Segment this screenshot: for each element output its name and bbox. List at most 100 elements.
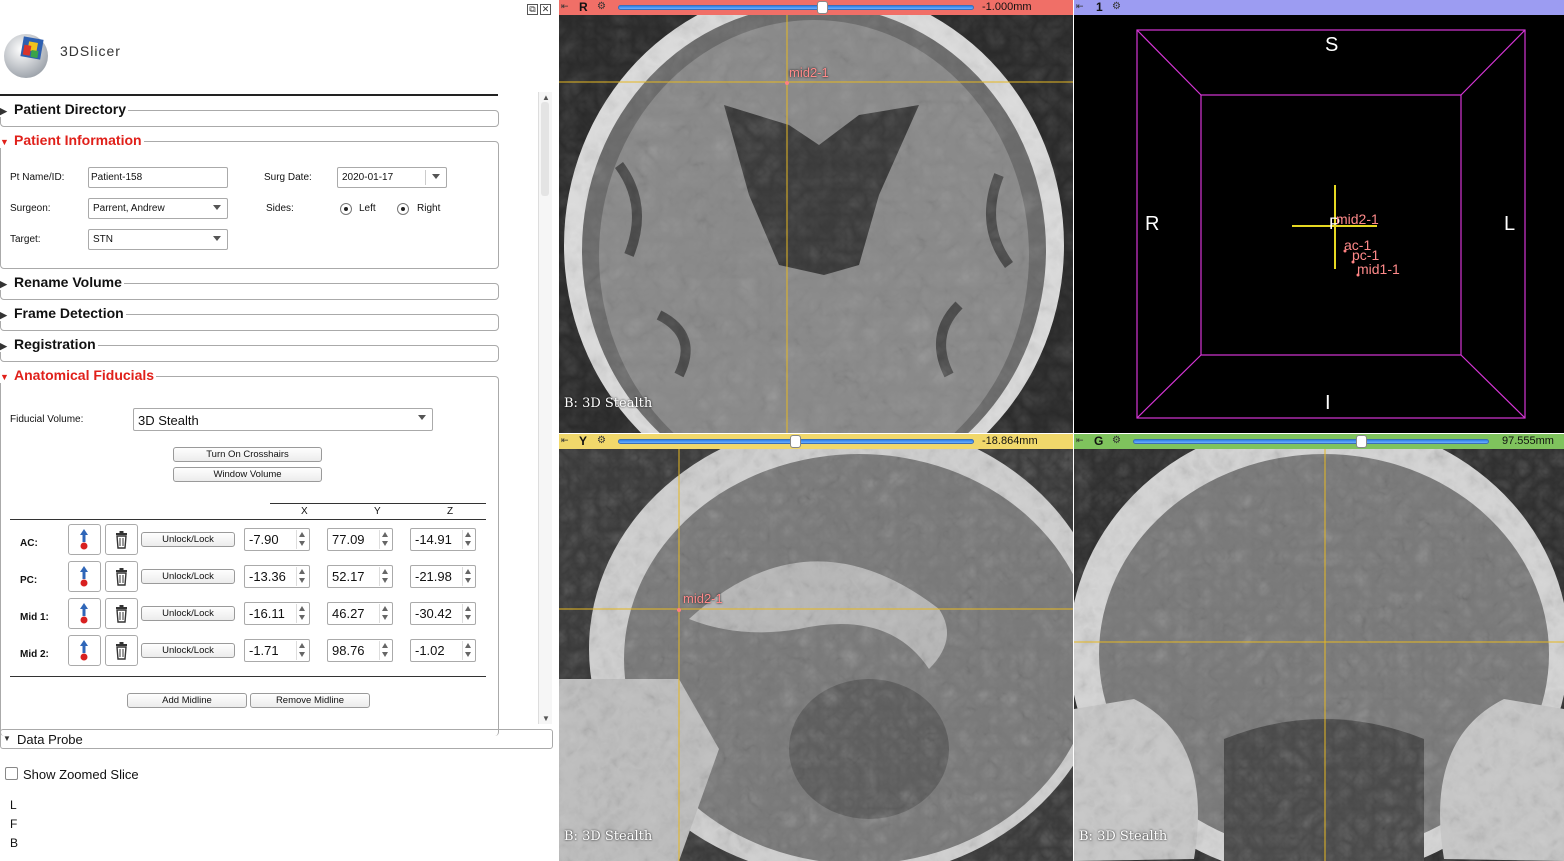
place-fiducial-button[interactable] xyxy=(68,598,101,629)
view-options-icon[interactable]: ⚙ xyxy=(1112,1,1121,12)
side-right-radio[interactable] xyxy=(397,203,409,215)
frame-detection-header[interactable]: ▶ Frame Detection xyxy=(0,305,126,321)
coord-x-spinbox[interactable]: -13.36 xyxy=(244,565,310,588)
place-fiducial-button[interactable] xyxy=(68,635,101,666)
chevron-up-icon[interactable] xyxy=(299,606,305,611)
chevron-down-icon[interactable] xyxy=(299,578,305,583)
add-midline-button[interactable]: Add Midline xyxy=(127,693,247,708)
slice-offset-slider[interactable] xyxy=(1133,439,1489,444)
spin-arrows[interactable] xyxy=(296,567,308,586)
chevron-down-icon[interactable] xyxy=(382,652,388,657)
rename-volume-header[interactable]: ▶ Rename Volume xyxy=(0,274,124,290)
coord-y-spinbox[interactable]: 98.76 xyxy=(327,639,393,662)
spin-arrows[interactable] xyxy=(462,604,474,623)
sagittal-mri-image[interactable]: mid2-1 B: 3D Stealth xyxy=(559,449,1073,861)
slice-offset-slider[interactable] xyxy=(618,5,974,10)
chevron-up-icon[interactable] xyxy=(465,606,471,611)
slider-handle[interactable] xyxy=(790,435,801,448)
pt-name-input[interactable]: Patient-158 xyxy=(88,167,228,188)
chevron-up-icon[interactable] xyxy=(382,532,388,537)
close-icon[interactable]: ✕ xyxy=(540,4,551,15)
spin-arrows[interactable] xyxy=(462,530,474,549)
module-scrollbar[interactable]: ▲ ▼ xyxy=(538,92,552,724)
pin-icon[interactable]: ⇤ xyxy=(561,1,569,12)
green-slice-view[interactable]: ⇤ G ⚙ 97.555mm B: 3D Stealth xyxy=(1074,434,1564,861)
coord-y-spinbox[interactable]: 46.27 xyxy=(327,602,393,625)
chevron-up-icon[interactable] xyxy=(382,569,388,574)
view-options-icon[interactable]: ⚙ xyxy=(597,435,606,446)
slider-handle[interactable] xyxy=(817,1,828,14)
coord-z-spinbox[interactable]: -14.91 xyxy=(410,528,476,551)
chevron-up-icon[interactable] xyxy=(465,643,471,648)
chevron-down-icon[interactable] xyxy=(299,541,305,546)
coord-y-spinbox[interactable]: 77.09 xyxy=(327,528,393,551)
window-volume-button[interactable]: Window Volume xyxy=(173,467,322,482)
scroll-down-icon[interactable]: ▼ xyxy=(542,714,550,723)
red-slice-view[interactable]: ⇤ R ⚙ -1.000mm mid2-1 B: 3D Stealth xyxy=(559,0,1073,433)
place-fiducial-button[interactable] xyxy=(68,524,101,555)
coord-z-spinbox[interactable]: -30.42 xyxy=(410,602,476,625)
coord-z-spinbox[interactable]: -21.98 xyxy=(410,565,476,588)
spin-arrows[interactable] xyxy=(296,641,308,660)
pin-icon[interactable]: ⇤ xyxy=(561,435,569,446)
unlock-lock-button[interactable]: Unlock/Lock xyxy=(141,643,235,658)
unlock-lock-button[interactable]: Unlock/Lock xyxy=(141,606,235,621)
surg-date-picker[interactable]: 2020-01-17 xyxy=(337,167,447,188)
data-probe-header[interactable]: ▼ Data Probe xyxy=(0,729,553,749)
spin-arrows[interactable] xyxy=(379,641,391,660)
target-select[interactable]: STN xyxy=(88,229,228,250)
coord-x-spinbox[interactable]: -7.90 xyxy=(244,528,310,551)
delete-fiducial-button[interactable] xyxy=(105,524,138,555)
fiducial-volume-select[interactable]: 3D Stealth xyxy=(133,408,433,431)
delete-fiducial-button[interactable] xyxy=(105,635,138,666)
view-options-icon[interactable]: ⚙ xyxy=(1112,435,1121,446)
pin-icon[interactable]: ⇤ xyxy=(1076,1,1084,12)
pin-icon[interactable]: ⇤ xyxy=(1076,435,1084,446)
chevron-down-icon[interactable] xyxy=(382,615,388,620)
chevron-down-icon[interactable] xyxy=(465,541,471,546)
3d-render[interactable]: S I R L P mid2-1 ac-1 pc-1 mid1-1 xyxy=(1074,15,1564,433)
place-fiducial-button[interactable] xyxy=(68,561,101,592)
coronal-mri-image[interactable]: B: 3D Stealth xyxy=(1074,449,1564,861)
spin-arrows[interactable] xyxy=(379,604,391,623)
chevron-up-icon[interactable] xyxy=(382,606,388,611)
chevron-down-icon[interactable] xyxy=(299,615,305,620)
unlock-lock-button[interactable]: Unlock/Lock xyxy=(141,569,235,584)
chevron-down-icon[interactable] xyxy=(382,578,388,583)
surgeon-select[interactable]: Parrent, Andrew xyxy=(88,198,228,219)
chevron-up-icon[interactable] xyxy=(382,643,388,648)
chevron-up-icon[interactable] xyxy=(465,532,471,537)
spin-arrows[interactable] xyxy=(462,567,474,586)
coord-z-spinbox[interactable]: -1.02 xyxy=(410,639,476,662)
remove-midline-button[interactable]: Remove Midline xyxy=(250,693,370,708)
spin-arrows[interactable] xyxy=(379,567,391,586)
registration-header[interactable]: ▶ Registration xyxy=(0,336,98,352)
yellow-slice-view[interactable]: ⇤ Y ⚙ -18.864mm mid2-1 B: 3D Stealth xyxy=(559,434,1073,861)
chevron-down-icon[interactable] xyxy=(465,615,471,620)
chevron-down-icon[interactable] xyxy=(465,652,471,657)
3d-view[interactable]: ⇤ 1 ⚙ S I R L P mid2-1 ac-1 pc-1 mid1-1 xyxy=(1074,0,1564,433)
delete-fiducial-button[interactable] xyxy=(105,598,138,629)
view-options-icon[interactable]: ⚙ xyxy=(597,1,606,12)
anatomical-fiducials-header[interactable]: ▼ Anatomical Fiducials xyxy=(0,367,157,383)
axial-mri-image[interactable]: mid2-1 B: 3D Stealth xyxy=(559,15,1073,433)
coord-x-spinbox[interactable]: -1.71 xyxy=(244,639,310,662)
chevron-up-icon[interactable] xyxy=(299,643,305,648)
chevron-up-icon[interactable] xyxy=(299,569,305,574)
spin-arrows[interactable] xyxy=(296,530,308,549)
spin-arrows[interactable] xyxy=(379,530,391,549)
scroll-up-icon[interactable]: ▲ xyxy=(542,93,550,102)
coord-y-spinbox[interactable]: 52.17 xyxy=(327,565,393,588)
undock-icon[interactable]: ⧉ xyxy=(527,4,538,15)
chevron-up-icon[interactable] xyxy=(465,569,471,574)
spin-arrows[interactable] xyxy=(462,641,474,660)
scrollbar-thumb[interactable] xyxy=(541,102,549,196)
turn-on-crosshairs-button[interactable]: Turn On Crosshairs xyxy=(173,447,322,462)
delete-fiducial-button[interactable] xyxy=(105,561,138,592)
side-left-radio[interactable] xyxy=(340,203,352,215)
spin-arrows[interactable] xyxy=(296,604,308,623)
slider-handle[interactable] xyxy=(1356,435,1367,448)
chevron-down-icon[interactable] xyxy=(465,578,471,583)
show-zoomed-slice-checkbox[interactable] xyxy=(5,767,18,780)
chevron-down-icon[interactable] xyxy=(382,541,388,546)
